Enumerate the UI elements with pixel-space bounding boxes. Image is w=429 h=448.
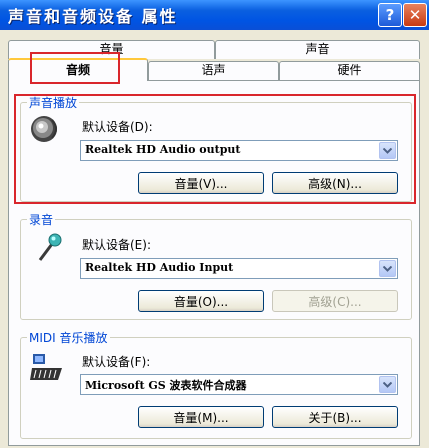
help-button[interactable]: ? bbox=[378, 3, 402, 27]
recording-device-value: Realtek HD Audio Input bbox=[85, 261, 234, 274]
chevron-down-icon[interactable] bbox=[379, 260, 396, 277]
recording-volume-button[interactable]: 音量(O)... bbox=[138, 290, 264, 312]
midi-group-label: MIDI 音乐播放 bbox=[27, 329, 110, 346]
midi-about-button[interactable]: 关于(B)... bbox=[272, 406, 398, 428]
tab-audio[interactable]: 音频 bbox=[8, 58, 148, 81]
playback-device-select[interactable]: Realtek HD Audio output bbox=[80, 140, 398, 161]
title-bar[interactable]: 声音和音频设备 属性 ? ✕ bbox=[0, 0, 429, 30]
tab-label: 硬件 bbox=[337, 63, 362, 77]
midi-volume-button[interactable]: 音量(M)... bbox=[138, 406, 264, 428]
playback-group-label: 声音播放 bbox=[27, 94, 80, 111]
tab-label: 声音 bbox=[305, 42, 330, 56]
playback-advanced-button[interactable]: 高级(N)... bbox=[272, 172, 398, 194]
audio-properties-window: 声音和音频设备 属性 ? ✕ 音量 声音 语声 硬件 音频 声音播放 默认设备(… bbox=[0, 0, 429, 448]
recording-device-select[interactable]: Realtek HD Audio Input bbox=[80, 258, 398, 279]
recording-advanced-button: 高级(C)... bbox=[272, 290, 398, 312]
help-icon: ? bbox=[385, 6, 395, 24]
tab-label: 音量 bbox=[99, 42, 124, 56]
playback-device-value: Realtek HD Audio output bbox=[85, 143, 241, 156]
midi-device-label: 默认设备(F): bbox=[82, 355, 151, 369]
chevron-down-icon[interactable] bbox=[379, 142, 396, 159]
tab-label: 语声 bbox=[201, 63, 226, 77]
playback-device-label: 默认设备(D): bbox=[82, 120, 153, 134]
tab-voice[interactable]: 语声 bbox=[148, 61, 279, 80]
tab-sounds[interactable]: 声音 bbox=[215, 40, 420, 59]
chevron-down-icon[interactable] bbox=[379, 376, 396, 393]
keyboard-icon bbox=[30, 354, 62, 380]
tab-volume[interactable]: 音量 bbox=[8, 40, 215, 59]
playback-volume-button[interactable]: 音量(V)... bbox=[138, 172, 264, 194]
recording-group-label: 录音 bbox=[27, 211, 56, 228]
speaker-icon bbox=[31, 116, 57, 142]
midi-device-value: Microsoft GS 波表软件合成器 bbox=[85, 379, 247, 392]
tab-label: 音频 bbox=[65, 63, 90, 77]
close-icon: ✕ bbox=[408, 6, 422, 24]
recording-device-label: 默认设备(E): bbox=[82, 238, 151, 252]
window-title: 声音和音频设备 属性 bbox=[8, 7, 178, 26]
tab-hardware[interactable]: 硬件 bbox=[279, 61, 420, 80]
close-button[interactable]: ✕ bbox=[403, 3, 427, 27]
midi-device-select[interactable]: Microsoft GS 波表软件合成器 bbox=[80, 374, 398, 395]
microphone-icon bbox=[38, 233, 62, 261]
